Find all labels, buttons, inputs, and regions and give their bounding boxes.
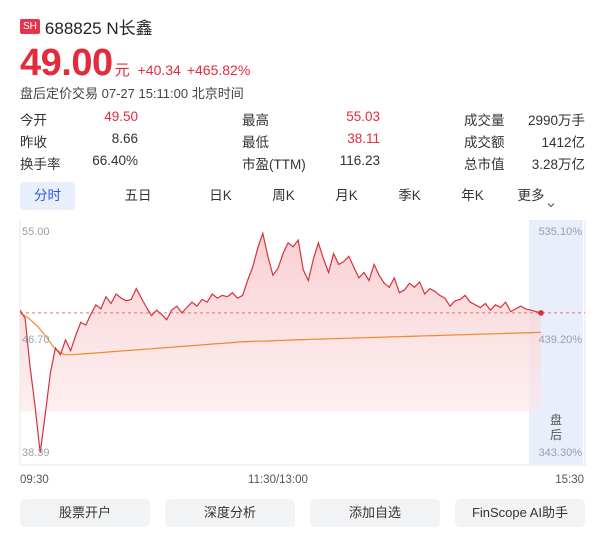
after-hours-label: 盘	[550, 412, 562, 427]
stat-value: 116.23	[339, 153, 380, 168]
percent-axis-label: 535.10%	[539, 226, 583, 238]
tab-more-label: 更多	[517, 188, 545, 203]
stat-value: 8.66	[111, 131, 138, 146]
stat-label: 成交额	[464, 135, 505, 150]
stat-prev-close: 昨收 8.66	[20, 131, 138, 151]
stat-value: 55.03	[346, 109, 380, 124]
last-price-dot	[538, 310, 544, 316]
stats-row: 换手率 66.40% 市盈(TTM) 116.23 总市值 3.28万亿	[20, 152, 585, 174]
ai-assistant-button[interactable]: FinScope AI助手	[455, 499, 585, 527]
tab-yearly-k[interactable]: 年K	[450, 182, 495, 210]
stat-open: 今开 49.50	[20, 109, 138, 129]
stat-value: 38.11	[347, 131, 380, 146]
price-area-fill	[20, 233, 541, 454]
price-row: 49.00 元 +40.34 +465.82%	[20, 42, 250, 85]
stat-pe-ttm: 市盈(TTM) 116.23	[242, 153, 380, 173]
percent-axis-label: 439.20%	[539, 334, 583, 346]
stat-label: 成交量	[464, 113, 505, 128]
add-watchlist-button[interactable]: 添加自选	[310, 499, 440, 527]
stat-volume: 成交量 2990万手	[464, 109, 585, 129]
stat-label: 最低	[242, 135, 269, 150]
stat-value: 49.50	[104, 109, 138, 124]
percent-axis-label: 343.30%	[539, 447, 583, 459]
trade-status: 盘后定价交易 07-27 15:11:00 北京时间	[20, 86, 244, 101]
tab-weekly-k[interactable]: 周K	[261, 182, 306, 210]
stat-label: 市盈(TTM)	[242, 157, 306, 172]
tab-quarterly-k[interactable]: 季K	[387, 182, 432, 210]
after-hours-label: 后	[550, 428, 562, 442]
open-account-button[interactable]: 股票开户	[20, 499, 150, 527]
time-axis-label: 15:30	[555, 474, 584, 486]
intraday-chart[interactable]: 55.00 46.70 38.39 535.10% 439.20% 343.30% 盘后 09…	[0, 220, 600, 490]
stat-low: 最低 38.11	[242, 131, 380, 151]
price-axis-label: 38.39	[22, 447, 50, 459]
period-tabs: 分时 五日 日K 周K 月K 季K 年K 更多	[20, 182, 585, 210]
stat-value: 1412亿	[541, 135, 585, 150]
exchange-badge: SH	[20, 19, 40, 34]
deep-analysis-button[interactable]: 深度分析	[165, 499, 295, 527]
stats-grid: 今开 49.50 最高 55.03 成交量 2990万手 昨收 8.66 最低 38.11…	[20, 108, 585, 174]
price-unit: 元	[114, 62, 130, 79]
action-buttons: 股票开户 深度分析 添加自选 FinScope AI助手	[20, 499, 585, 527]
stat-label: 昨收	[20, 135, 47, 150]
stat-value: 2990万手	[527, 113, 585, 128]
stat-label: 总市值	[464, 157, 505, 172]
tab-more[interactable]: 更多	[511, 182, 561, 210]
stat-market-cap: 总市值 3.28万亿	[464, 153, 585, 173]
stats-row: 昨收 8.66 最低 38.11 成交额 1412亿	[20, 130, 585, 152]
stat-label: 今开	[20, 113, 47, 128]
tab-daily-k[interactable]: 日K	[198, 182, 243, 210]
intraday-chart-svg: 55.00 46.70 38.39 535.10% 439.20% 343.30% 盘后 09…	[19, 220, 586, 486]
chevron-down-icon	[547, 191, 555, 208]
tab-monthly-k[interactable]: 月K	[324, 182, 369, 210]
stock-code-name: 688825 N长鑫	[44, 19, 153, 38]
stat-value: 66.40%	[92, 153, 138, 168]
price-axis-label: 46.70	[22, 334, 50, 346]
stock-header: SH 688825 N长鑫	[20, 14, 153, 39]
price-change-percent: +465.82%	[186, 62, 251, 78]
time-axis-label: 11:30/13:00	[248, 474, 308, 486]
stat-label: 最高	[242, 113, 269, 128]
tab-five-day[interactable]: 五日	[93, 182, 183, 210]
stat-turnover-rate: 换手率 66.40%	[20, 153, 138, 173]
price-axis-label: 55.00	[22, 226, 50, 238]
stat-high: 最高 55.03	[242, 109, 380, 129]
time-axis-label: 09:30	[20, 474, 49, 486]
current-price: 49.00	[20, 42, 113, 84]
stat-value: 3.28万亿	[531, 157, 585, 172]
stat-turnover: 成交额 1412亿	[464, 131, 585, 151]
stats-row: 今开 49.50 最高 55.03 成交量 2990万手	[20, 108, 585, 130]
tab-intraday[interactable]: 分时	[20, 182, 75, 210]
stat-label: 换手率	[20, 157, 61, 172]
price-change: +40.34	[137, 62, 181, 78]
